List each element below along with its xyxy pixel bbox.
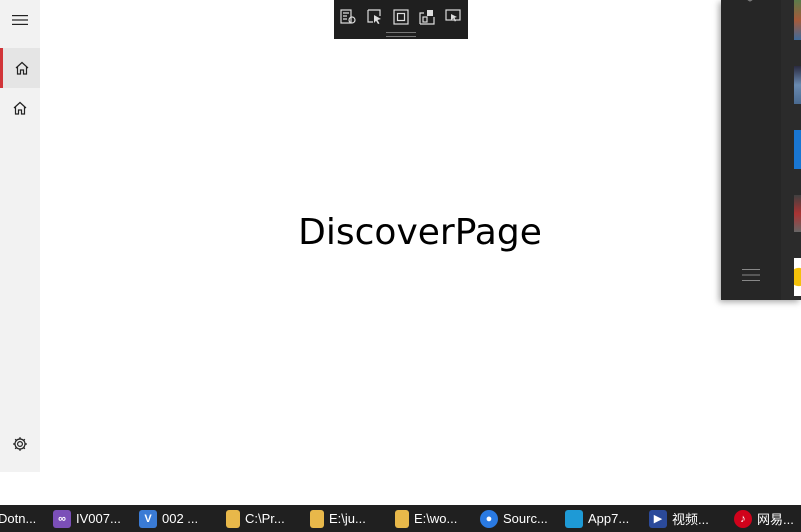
- display-layout-adorners-icon: [393, 9, 409, 25]
- taskbar-item[interactable]: Dotn...: [0, 505, 36, 532]
- gear-icon: [13, 437, 27, 451]
- select-element-button[interactable]: [365, 7, 385, 27]
- cube-icon: [747, 0, 753, 2]
- taskbar-label: C:\Pr...: [245, 511, 285, 526]
- hot-reload-icon: [445, 9, 461, 22]
- toolbar-grip[interactable]: [386, 32, 416, 37]
- taskbar-item[interactable]: C:\Pr...: [226, 505, 285, 532]
- folder-icon: [226, 509, 240, 528]
- taskbar-item[interactable]: ▶ 视频...: [649, 505, 709, 532]
- taskbar-item[interactable]: V 002 ...: [139, 505, 198, 532]
- display-layout-adorners-button[interactable]: [391, 7, 411, 27]
- video-icon: ▶: [649, 509, 667, 528]
- app-icon: [565, 509, 583, 528]
- home-icon: [13, 101, 27, 115]
- taskbar-item[interactable]: App7...: [565, 505, 629, 532]
- select-element-icon: [367, 9, 381, 24]
- settings-button[interactable]: [0, 424, 40, 464]
- thumbnail[interactable]: [794, 258, 801, 296]
- page-title: DiscoverPage: [298, 212, 542, 253]
- taskbar-label: IV007...: [76, 511, 121, 526]
- sourcetree-icon: ●: [480, 509, 498, 528]
- track-focus-button[interactable]: [417, 7, 437, 27]
- folder-icon: [310, 509, 324, 528]
- thumbnail[interactable]: [794, 130, 801, 169]
- hamburger-icon: [742, 269, 760, 281]
- taskbar-item[interactable]: E:\wo...: [395, 505, 457, 532]
- track-focus-icon: [419, 10, 435, 25]
- taskbar-label: App7...: [588, 511, 630, 526]
- taskbar-label: 网易...: [757, 512, 794, 527]
- live-visual-tree-icon: [340, 9, 356, 24]
- nav-item-home[interactable]: [0, 88, 40, 128]
- folder-icon: [395, 509, 409, 528]
- live-visual-tree-button[interactable]: [338, 7, 358, 27]
- home-icon: [15, 61, 28, 75]
- taskbar-item[interactable]: E:\ju...: [310, 505, 366, 532]
- taskbar-label: Sourc...: [503, 511, 548, 526]
- taskbar-label: Dotn...: [0, 511, 37, 526]
- visual-studio-icon: ∞: [53, 509, 71, 528]
- hot-reload-button[interactable]: [443, 7, 463, 27]
- nav-item-home-selected[interactable]: [0, 48, 40, 88]
- hamburger-menu-button[interactable]: [0, 0, 40, 40]
- taskbar-label: 视频...: [672, 512, 709, 527]
- thumbnail[interactable]: [794, 66, 801, 104]
- in-app-debug-toolbar: [334, 0, 468, 39]
- taskbar-label: 002 ...: [162, 511, 199, 526]
- side-flyout-panel: [721, 0, 801, 300]
- vs-code-icon: V: [139, 509, 157, 528]
- taskbar-label: E:\ju...: [329, 511, 366, 526]
- navigation-pane: [0, 0, 40, 472]
- thumbnail[interactable]: [794, 0, 801, 40]
- taskbar-item[interactable]: ∞ IV007...: [53, 505, 121, 532]
- taskbar-label: E:\wo...: [414, 511, 458, 526]
- hamburger-icon: [12, 15, 28, 25]
- taskbar-item[interactable]: ♪ 网易...: [734, 505, 794, 532]
- thumbnail[interactable]: [794, 195, 801, 232]
- taskbar-item[interactable]: ● Sourc...: [480, 505, 548, 532]
- flyout-menu-button[interactable]: [741, 266, 761, 284]
- windows-taskbar: Dotn... ∞ IV007... V 002 ... C:\Pr... E:…: [0, 505, 801, 532]
- netease-music-icon: ♪: [734, 509, 752, 528]
